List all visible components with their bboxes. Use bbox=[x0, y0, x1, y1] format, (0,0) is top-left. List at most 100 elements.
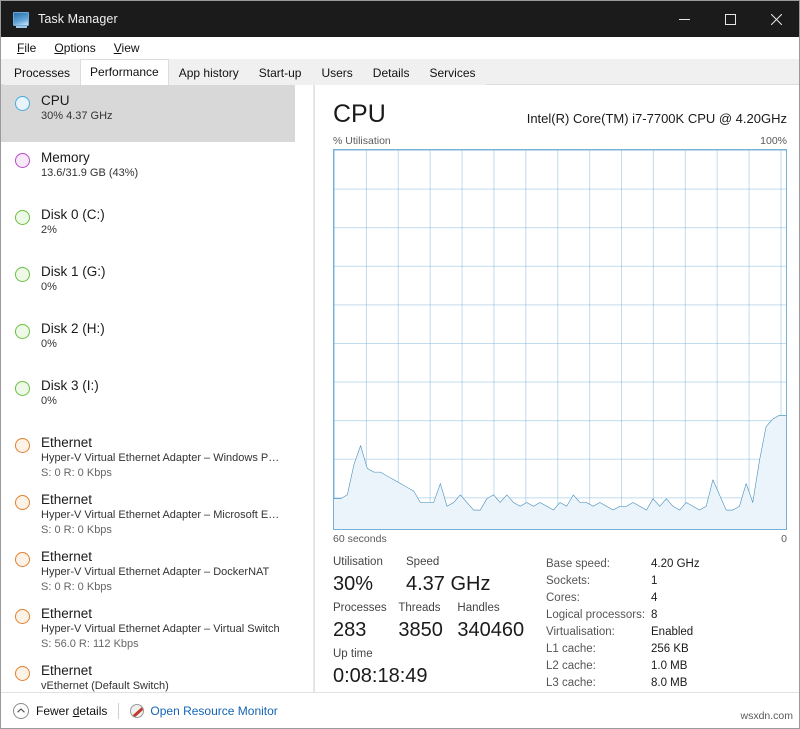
resource-indicator-icon bbox=[15, 495, 30, 510]
spec-key: L2 cache: bbox=[546, 660, 596, 672]
sidebar-item-memory[interactable]: Memory 13.6/31.9 GB (43%) bbox=[1, 142, 314, 199]
sidebar-item-text: EthernetvEthernet (Default Switch)S: 0 R… bbox=[41, 662, 304, 692]
stat-processes-value: 283 bbox=[333, 619, 367, 641]
fewer-details-button[interactable]: Fewer details bbox=[36, 704, 107, 718]
menu-item-file[interactable]: File bbox=[9, 39, 44, 57]
tab-app-history[interactable]: App history bbox=[168, 60, 249, 85]
sidebar-item-disk-3-i[interactable]: Disk 3 (I:) 0% bbox=[1, 370, 314, 427]
tab-details[interactable]: Details bbox=[362, 60, 420, 85]
panel-header: CPU Intel(R) Core(TM) i7-7700K CPU @ 4.2… bbox=[333, 99, 787, 129]
sidebar-scrollbar[interactable] bbox=[313, 85, 314, 692]
sidebar-item-text: Ethernet Hyper-V Virtual Ethernet Adapter… bbox=[41, 605, 304, 651]
watermark: wsxdn.com bbox=[740, 710, 793, 722]
resource-list[interactable]: CPU 30% 4.37 GHz Memory 13.6/31.9 GB (43%) D… bbox=[1, 85, 315, 692]
tab-users[interactable]: Users bbox=[311, 60, 363, 85]
spec-value: Enabled bbox=[651, 626, 694, 638]
sidebar-item-label: Disk 1 (G:) bbox=[41, 264, 106, 279]
resource-indicator-icon bbox=[15, 666, 30, 681]
fewer-details-pre: Fewer bbox=[36, 703, 73, 718]
window-controls bbox=[661, 1, 799, 37]
sidebar-item-detail: Hyper-V Virtual Ethernet Adapter – Windo… bbox=[41, 452, 280, 464]
spec-key: L1 cache: bbox=[546, 643, 596, 655]
tab-performance[interactable]: Performance bbox=[80, 59, 169, 85]
spec-value: 1 bbox=[651, 575, 658, 587]
spec-key: Sockets: bbox=[546, 575, 591, 587]
spec-value: 4 bbox=[651, 592, 658, 604]
sidebar-item-throughput: S: 0 R: 0 Kbps bbox=[41, 581, 112, 593]
cpu-utilisation-graph[interactable] bbox=[333, 149, 787, 530]
sidebar-item-detail: 2% bbox=[41, 224, 57, 236]
sidebar-item-detail: vEthernet (Default Switch) bbox=[41, 680, 169, 692]
maximize-icon[interactable] bbox=[707, 1, 753, 37]
menu-options-rest: ptions bbox=[63, 41, 96, 55]
spec-key: Logical processors: bbox=[546, 609, 646, 621]
monitor-icon bbox=[13, 12, 29, 28]
page-title: CPU bbox=[333, 100, 386, 128]
resource-indicator-icon bbox=[15, 267, 30, 282]
sidebar-item-text: Ethernet Hyper-V Virtual Ethernet Adapter… bbox=[41, 491, 304, 537]
status-bar: Fewer details Open Resource Monitor bbox=[1, 692, 799, 728]
sidebar-item-label: CPU bbox=[41, 93, 70, 108]
sidebar-item-detail: Hyper-V Virtual Ethernet Adapter – Micro… bbox=[41, 509, 280, 521]
open-resource-monitor-link[interactable]: Open Resource Monitor bbox=[150, 704, 277, 718]
sidebar-item-disk-0-c[interactable]: Disk 0 (C:) 2% bbox=[1, 199, 314, 256]
sidebar-item-throughput: S: 56.0 R: 112 Kbps bbox=[41, 638, 139, 650]
spec-key: Base speed: bbox=[546, 558, 610, 570]
sidebar-item-detail: 0% bbox=[41, 281, 57, 293]
stat-utilisation-label: Utilisation bbox=[333, 556, 383, 568]
cpu-model-label: Intel(R) Core(TM) i7-7700K CPU @ 4.20GHz bbox=[526, 111, 787, 126]
sidebar-item-label: Disk 0 (C:) bbox=[41, 207, 105, 222]
sidebar-item-label: Memory bbox=[41, 150, 90, 165]
menu-item-view[interactable]: View bbox=[106, 39, 148, 57]
time-axis-right: 0 bbox=[781, 533, 787, 545]
sidebar-item-cpu[interactable]: CPU 30% 4.37 GHz bbox=[1, 85, 295, 142]
stat-threads-value: 3850 bbox=[398, 619, 443, 641]
stat-handles: Handles 340460 bbox=[457, 600, 538, 644]
spec-row: Base speed: 4.20 GHz bbox=[546, 556, 700, 573]
sidebar-item-disk-1-g[interactable]: Disk 1 (G:) 0% bbox=[1, 256, 314, 313]
sidebar-item-ethernet[interactable]: Ethernet Hyper-V Virtual Ethernet Adapter… bbox=[1, 541, 314, 598]
sidebar-item-text: Disk 2 (H:) 0% bbox=[41, 320, 304, 352]
stat-uptime-label: Up time bbox=[333, 648, 373, 660]
window-title: Task Manager bbox=[38, 12, 118, 26]
menu-view-accel: V bbox=[113, 41, 122, 55]
menu-item-options[interactable]: Options bbox=[46, 39, 103, 57]
spec-row: Virtualisation: Enabled bbox=[546, 624, 700, 641]
sidebar-item-detail: Hyper-V Virtual Ethernet Adapter – Docke… bbox=[41, 566, 270, 578]
stat-speed: Speed 4.37 GHz bbox=[406, 554, 526, 598]
tab-start-up[interactable]: Start-up bbox=[248, 60, 312, 85]
chevron-up-icon[interactable] bbox=[13, 702, 29, 719]
fewer-details-post: etails bbox=[79, 703, 108, 718]
tab-processes[interactable]: Processes bbox=[4, 60, 81, 85]
menu-view-rest: iew bbox=[121, 41, 140, 55]
resource-indicator-icon bbox=[15, 153, 30, 168]
minimize-icon[interactable] bbox=[661, 1, 707, 37]
sidebar-item-label: Ethernet bbox=[41, 663, 93, 678]
stat-processes-label: Processes bbox=[333, 602, 387, 614]
sidebar-item-ethernet[interactable]: Ethernet Hyper-V Virtual Ethernet Adapter… bbox=[1, 484, 314, 541]
sidebar-item-ethernet[interactable]: EthernetvEthernet (Default Switch)S: 0 R… bbox=[1, 655, 314, 692]
sidebar-item-detail: 0% bbox=[41, 338, 57, 350]
sidebar-item-disk-2-h[interactable]: Disk 2 (H:) 0% bbox=[1, 313, 314, 370]
sidebar-item-label: Disk 2 (H:) bbox=[41, 321, 105, 336]
spec-row: L1 cache: 256 KB bbox=[546, 641, 700, 658]
sidebar-item-label: Disk 3 (I:) bbox=[41, 378, 99, 393]
sidebar-item-detail: 30% 4.37 GHz bbox=[41, 110, 113, 122]
spec-value: 256 KB bbox=[651, 643, 689, 655]
performance-panel: CPU Intel(R) Core(TM) i7-7700K CPU @ 4.2… bbox=[315, 85, 799, 692]
title-bar: Task Manager bbox=[1, 1, 799, 37]
tab-services[interactable]: Services bbox=[419, 60, 486, 85]
sidebar-item-label: Ethernet bbox=[41, 435, 93, 450]
spec-key: L3 cache: bbox=[546, 677, 596, 689]
stats-row-counts: Processes 283 Threads 3850 Handles 34046… bbox=[333, 600, 538, 644]
spec-key: Cores: bbox=[546, 592, 580, 604]
cpu-spec-list: Base speed: 4.20 GHz Sockets: 1 Cores: 4 Logic… bbox=[546, 554, 700, 692]
resource-monitor-icon[interactable] bbox=[130, 703, 145, 718]
menu-bar: File Options View bbox=[1, 37, 799, 59]
sidebar-item-ethernet[interactable]: Ethernet Hyper-V Virtual Ethernet Adapter… bbox=[1, 598, 314, 655]
close-icon[interactable] bbox=[753, 1, 799, 37]
resource-indicator-icon bbox=[15, 381, 30, 396]
sidebar-item-label: Ethernet bbox=[41, 606, 93, 621]
sidebar-item-label: Ethernet bbox=[41, 549, 93, 564]
sidebar-item-ethernet[interactable]: Ethernet Hyper-V Virtual Ethernet Adapter… bbox=[1, 427, 314, 484]
